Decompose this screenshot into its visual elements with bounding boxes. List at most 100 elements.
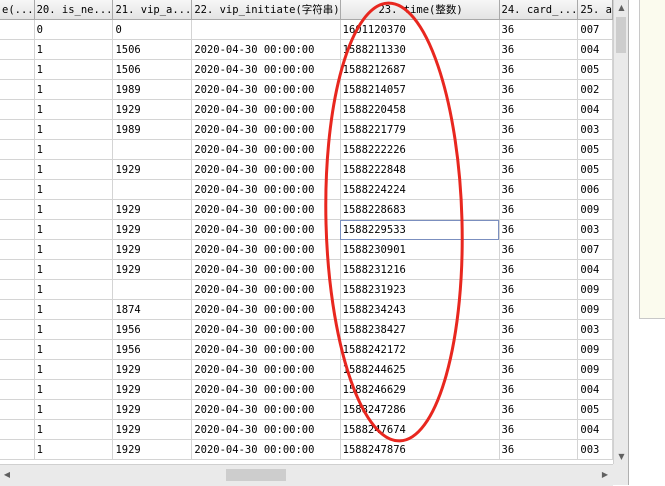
table-row[interactable]: 1 1929 2020-04-30 00:00:00 1588247674 36 004	[0, 419, 613, 440]
column-header-time[interactable]: 23. time(整数)	[340, 0, 500, 20]
cell-vip-initiate[interactable]: 2020-04-30 00:00:00	[191, 79, 341, 100]
cell-is-new[interactable]: 1	[34, 199, 114, 220]
cell-is-new[interactable]: 1	[34, 299, 114, 320]
scroll-left-icon[interactable]: ◀	[0, 465, 14, 485]
column-header-25[interactable]: 25. a	[577, 0, 613, 20]
cell-time[interactable]: 1588214057	[340, 79, 500, 100]
cell-vip-a[interactable]: 1929	[112, 159, 193, 180]
cell-vip-initiate[interactable]	[191, 19, 341, 40]
cell-vip-initiate[interactable]: 2020-04-30 00:00:00	[191, 99, 341, 120]
cell-25[interactable]: 005	[577, 59, 613, 80]
cell-is-new[interactable]: 1	[34, 279, 114, 300]
cell-card[interactable]: 36	[499, 359, 579, 380]
cell-vip-initiate[interactable]: 2020-04-30 00:00:00	[191, 219, 341, 240]
cell-is-new[interactable]: 1	[34, 399, 114, 420]
cell-25[interactable]: 004	[577, 39, 613, 60]
column-header-is-new[interactable]: 20. is_ne...	[34, 0, 114, 20]
table-row[interactable]: 1 1929 2020-04-30 00:00:00 1588231216 36 004	[0, 259, 613, 280]
cell-vip-a[interactable]: 1874	[112, 299, 193, 320]
cell-vip-initiate[interactable]: 2020-04-30 00:00:00	[191, 239, 341, 260]
cell-vip-a[interactable]: 1506	[112, 59, 193, 80]
cell-prev[interactable]	[0, 359, 35, 380]
scroll-up-icon[interactable]: ▲	[614, 0, 629, 15]
cell-vip-a[interactable]: 0	[112, 19, 193, 40]
cell-25[interactable]: 002	[577, 79, 613, 100]
cell-time[interactable]: 1588247286	[340, 399, 500, 420]
table-row[interactable]: 1 1956 2020-04-30 00:00:00 1588242172 36 009	[0, 339, 613, 360]
cell-time[interactable]: 1588231216	[340, 259, 500, 280]
cell-card[interactable]: 36	[499, 179, 579, 200]
cell-vip-initiate[interactable]: 2020-04-30 00:00:00	[191, 359, 341, 380]
cell-vip-a[interactable]: 1929	[112, 199, 193, 220]
cell-card[interactable]: 36	[499, 139, 579, 160]
cell-vip-a[interactable]: 1929	[112, 219, 193, 240]
cell-25[interactable]: 009	[577, 199, 613, 220]
cell-vip-initiate[interactable]: 2020-04-30 00:00:00	[191, 299, 341, 320]
cell-card[interactable]: 36	[499, 419, 579, 440]
cell-prev[interactable]	[0, 139, 35, 160]
table-row[interactable]: 1 1929 2020-04-30 00:00:00 1588220458 36 004	[0, 99, 613, 120]
horizontal-scrollbar[interactable]: ◀ ▶	[0, 464, 613, 486]
cell-25[interactable]: 007	[577, 19, 613, 40]
cell-is-new[interactable]: 1	[34, 259, 114, 280]
cell-time[interactable]: 1588247674	[340, 419, 500, 440]
cell-time[interactable]: 1588230901	[340, 239, 500, 260]
cell-prev[interactable]	[0, 439, 35, 460]
cell-vip-a[interactable]: 1956	[112, 319, 193, 340]
cell-vip-initiate[interactable]: 2020-04-30 00:00:00	[191, 199, 341, 220]
cell-vip-initiate[interactable]: 2020-04-30 00:00:00	[191, 179, 341, 200]
cell-25[interactable]: 009	[577, 299, 613, 320]
table-row[interactable]: 0 0 1601120370 36 007	[0, 19, 613, 40]
table-row[interactable]: 1 1956 2020-04-30 00:00:00 1588238427 36 003	[0, 319, 613, 340]
column-header-19[interactable]: e(...	[0, 0, 35, 20]
table-row[interactable]: 1 1929 2020-04-30 00:00:00 1588230901 36 007	[0, 239, 613, 260]
table-row[interactable]: 1 1929 2020-04-30 00:00:00 1588247286 36 005	[0, 399, 613, 420]
cell-is-new[interactable]: 1	[34, 439, 114, 460]
cell-prev[interactable]	[0, 339, 35, 360]
column-header-card[interactable]: 24. card_...	[499, 0, 579, 20]
cell-vip-a[interactable]	[112, 139, 193, 160]
horizontal-scroll-thumb[interactable]	[226, 469, 286, 481]
cell-card[interactable]: 36	[499, 399, 579, 420]
cell-vip-a[interactable]: 1506	[112, 39, 193, 60]
cell-card[interactable]: 36	[499, 379, 579, 400]
cell-prev[interactable]	[0, 19, 35, 40]
cell-25[interactable]: 003	[577, 219, 613, 240]
cell-is-new[interactable]: 1	[34, 119, 114, 140]
cell-25[interactable]: 005	[577, 399, 613, 420]
cell-vip-initiate[interactable]: 2020-04-30 00:00:00	[191, 279, 341, 300]
table-row[interactable]: 1 1929 2020-04-30 00:00:00 1588244625 36 009	[0, 359, 613, 380]
cell-is-new[interactable]: 1	[34, 379, 114, 400]
cell-is-new[interactable]: 1	[34, 179, 114, 200]
cell-is-new[interactable]: 1	[34, 339, 114, 360]
cell-card[interactable]: 36	[499, 219, 579, 240]
cell-vip-initiate[interactable]: 2020-04-30 00:00:00	[191, 419, 341, 440]
cell-card[interactable]: 36	[499, 19, 579, 40]
cell-25[interactable]: 009	[577, 359, 613, 380]
cell-vip-a[interactable]: 1989	[112, 79, 193, 100]
cell-vip-initiate[interactable]: 2020-04-30 00:00:00	[191, 379, 341, 400]
cell-prev[interactable]	[0, 279, 35, 300]
cell-vip-a[interactable]: 1929	[112, 259, 193, 280]
cell-25[interactable]: 003	[577, 119, 613, 140]
cell-25[interactable]: 003	[577, 439, 613, 460]
cell-vip-initiate[interactable]: 2020-04-30 00:00:00	[191, 39, 341, 60]
cell-time[interactable]: 1588244625	[340, 359, 500, 380]
cell-vip-initiate[interactable]: 2020-04-30 00:00:00	[191, 259, 341, 280]
cell-vip-initiate[interactable]: 2020-04-30 00:00:00	[191, 319, 341, 340]
cell-prev[interactable]	[0, 79, 35, 100]
table-row[interactable]: 1 1929 2020-04-30 00:00:00 1588246629 36 004	[0, 379, 613, 400]
cell-vip-a[interactable]: 1956	[112, 339, 193, 360]
cell-prev[interactable]	[0, 199, 35, 220]
cell-vip-a[interactable]	[112, 279, 193, 300]
table-row[interactable]: 1 1929 2020-04-30 00:00:00 1588247876 36 003	[0, 439, 613, 460]
table-row[interactable]: 1 1506 2020-04-30 00:00:00 1588211330 36 004	[0, 39, 613, 60]
cell-prev[interactable]	[0, 159, 35, 180]
cell-is-new[interactable]: 1	[34, 239, 114, 260]
column-header-vip-initiate[interactable]: 22. vip_initiate(字符串)	[191, 0, 341, 20]
table-row[interactable]: 1 1989 2020-04-30 00:00:00 1588214057 36 002	[0, 79, 613, 100]
cell-time[interactable]: 1588247876	[340, 439, 500, 460]
table-row[interactable]: 1 1929 2020-04-30 00:00:00 1588228683 36 009	[0, 199, 613, 220]
cell-vip-initiate[interactable]: 2020-04-30 00:00:00	[191, 119, 341, 140]
cell-is-new[interactable]: 1	[34, 139, 114, 160]
